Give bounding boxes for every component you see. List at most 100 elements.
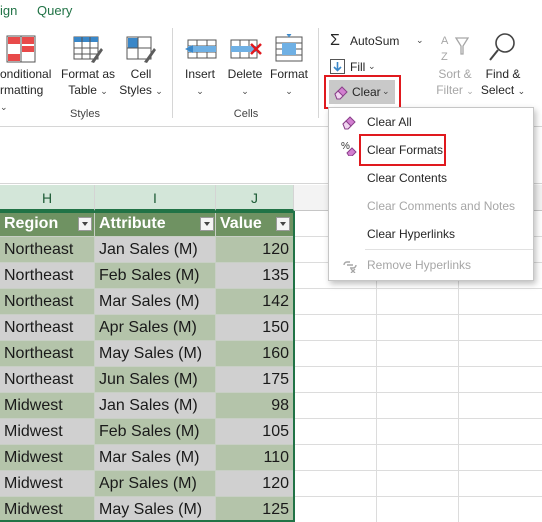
format-as-table-label: Format as <box>60 67 115 81</box>
table-cell[interactable]: May Sales (M) <box>95 497 216 522</box>
table-cell[interactable]: Feb Sales (M) <box>95 419 216 445</box>
format-cells-label: Format <box>269 67 308 81</box>
table-cell[interactable]: Northeast <box>0 289 95 315</box>
delete-cells-button[interactable]: Delete ⌄ <box>224 30 266 110</box>
table-cell[interactable]: Northeast <box>0 341 95 367</box>
menu-item-clear-comments-notes: Clear Comments and Notes <box>329 193 533 219</box>
find-select-label-text: Select <box>480 83 515 97</box>
format-cells-button[interactable]: Format ⌄ <box>266 30 312 110</box>
table-cell[interactable]: Midwest <box>0 419 95 445</box>
table-row: Midwest Feb Sales (M) 105 <box>0 419 294 445</box>
menu-item-clear-all[interactable]: Clear All <box>329 109 533 135</box>
table-row: Northeast Jun Sales (M) 175 <box>0 367 294 393</box>
table-cell[interactable]: Apr Sales (M) <box>95 471 216 497</box>
eraser-icon <box>342 116 356 130</box>
gridline <box>293 366 542 367</box>
table-cell[interactable]: Midwest <box>0 393 95 419</box>
table-cell[interactable]: 175 <box>216 367 294 393</box>
sort-filter-button[interactable]: A Z Sort & Filter ⌄ <box>432 30 478 110</box>
find-select-button[interactable]: Find & Select ⌄ <box>478 30 528 110</box>
table-header-row: Region Attribute Value <box>0 211 294 237</box>
table-cell[interactable]: 110 <box>216 445 294 471</box>
header-cell-attribute[interactable]: Attribute <box>95 211 216 237</box>
table-cell[interactable]: 135 <box>216 263 294 289</box>
tab-query[interactable]: Query <box>37 3 72 18</box>
conditional-formatting-button[interactable]: onditional rmatting ⌄ <box>0 30 54 112</box>
insert-cells-icon <box>185 39 217 59</box>
table-cell[interactable]: Midwest <box>0 471 95 497</box>
table-cell[interactable]: Jun Sales (M) <box>95 367 216 393</box>
filter-dropdown-icon[interactable] <box>78 217 92 231</box>
filter-dropdown-icon[interactable] <box>200 217 214 231</box>
table-cell[interactable]: 150 <box>216 315 294 341</box>
table-cell[interactable]: 125 <box>216 497 294 522</box>
chevron-down-icon: ⌄ <box>196 86 204 96</box>
column-header-h[interactable]: H <box>0 185 95 211</box>
gridline <box>293 418 542 419</box>
table-cell[interactable]: Mar Sales (M) <box>95 289 216 315</box>
table-cell[interactable]: 142 <box>216 289 294 315</box>
menu-item-clear-contents[interactable]: Clear Contents <box>329 165 533 191</box>
table-cell[interactable]: Jan Sales (M) <box>95 237 216 263</box>
table-cell[interactable]: Apr Sales (M) <box>95 315 216 341</box>
column-header-i[interactable]: I <box>95 185 216 211</box>
cell-styles-label-2: Styles ⌄ <box>116 82 166 99</box>
menu-item-label: Clear Hyperlinks <box>367 227 456 241</box>
chevron-down-icon: ⌄ <box>285 86 293 96</box>
autosum-button[interactable]: Σ AutoSum ⌄ <box>328 32 428 52</box>
table-cell[interactable]: 105 <box>216 419 294 445</box>
cell-styles-button[interactable]: Cell Styles ⌄ <box>116 30 166 110</box>
gridline <box>293 496 542 497</box>
format-as-table-button[interactable]: Format as Table ⌄ <box>58 30 118 110</box>
fill-label: Fill <box>350 60 366 74</box>
find-select-label: Find & <box>485 67 521 81</box>
tab-design[interactable]: ign <box>0 3 17 18</box>
chevron-down-icon: ⌄ <box>517 86 526 96</box>
table-cell[interactable]: Midwest <box>0 497 95 522</box>
autosum-icon: Σ <box>330 32 340 49</box>
filter-dropdown-icon[interactable] <box>276 217 290 231</box>
table-cell[interactable]: 160 <box>216 341 294 367</box>
gridline <box>293 392 542 393</box>
group-divider <box>172 28 173 118</box>
sort-filter-label-2: Filter ⌄ <box>432 82 478 99</box>
header-value-text: Value <box>220 215 262 232</box>
gridline <box>293 288 542 289</box>
table-cell[interactable]: May Sales (M) <box>95 341 216 367</box>
table-row: Midwest Mar Sales (M) 110 <box>0 445 294 471</box>
header-attribute-text: Attribute <box>99 215 166 232</box>
menu-item-clear-hyperlinks[interactable]: Clear Hyperlinks <box>329 221 533 247</box>
table-row: Northeast Apr Sales (M) 150 <box>0 315 294 341</box>
table-cell[interactable]: Jan Sales (M) <box>95 393 216 419</box>
cell-styles-icon <box>126 36 156 63</box>
format-as-table-label-2: Table ⌄ <box>58 82 118 99</box>
chevron-down-icon: ⌄ <box>100 86 108 96</box>
conditional-formatting-icon <box>6 35 36 63</box>
cell-styles-label: Cell <box>130 67 152 81</box>
format-cells-icon <box>275 34 303 62</box>
clear-formats-highlight <box>359 134 446 166</box>
table-row: Northeast Feb Sales (M) 135 <box>0 263 294 289</box>
table-cell[interactable]: Northeast <box>0 315 95 341</box>
gridline <box>293 340 542 341</box>
menu-item-label: Clear All <box>367 115 412 129</box>
table-cell[interactable]: Northeast <box>0 263 95 289</box>
clear-dropdown-menu: Clear All % Clear Formats Clear Contents… <box>328 107 534 281</box>
table-cell[interactable]: 98 <box>216 393 294 419</box>
table-row: Midwest May Sales (M) 125 <box>0 497 294 522</box>
table-row: Midwest Apr Sales (M) 120 <box>0 471 294 497</box>
table-row: Northeast Jan Sales (M) 120 <box>0 237 294 263</box>
table-cell[interactable]: Northeast <box>0 367 95 393</box>
table-cell[interactable]: Feb Sales (M) <box>95 263 216 289</box>
table-cell[interactable]: Northeast <box>0 237 95 263</box>
insert-cells-button[interactable]: Insert ⌄ <box>178 30 222 110</box>
table-cell[interactable]: 120 <box>216 471 294 497</box>
table-cell[interactable]: Midwest <box>0 445 95 471</box>
menu-item-remove-hyperlinks: Remove Hyperlinks <box>329 252 533 278</box>
conditional-formatting-label-text: rmatting <box>0 83 44 97</box>
table-cell[interactable]: Mar Sales (M) <box>95 445 216 471</box>
chevron-down-icon: ⌄ <box>241 86 249 96</box>
table-cell[interactable]: 120 <box>216 237 294 263</box>
menu-item-label: Remove Hyperlinks <box>367 258 472 272</box>
column-header-j[interactable]: J <box>216 185 294 211</box>
